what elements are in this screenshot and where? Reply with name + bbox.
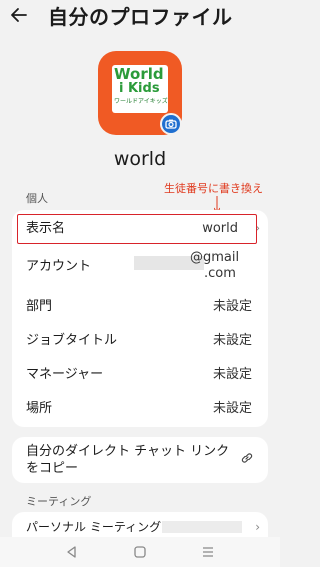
row-value: 未設定 <box>212 401 252 416</box>
account-value-line1: @gmail <box>190 250 240 265</box>
section-label-meeting: ミーティング <box>26 495 92 508</box>
row-label: マネージャー <box>26 367 104 382</box>
row-label: 場所 <box>26 401 53 416</box>
section-label-personal: 個人 <box>26 192 48 205</box>
meeting-label: パーソナル ミーティング . <box>26 520 169 534</box>
profile-avatar[interactable]: World i Kids ワールドアイキッズ <box>98 51 182 135</box>
logo-line2: i Kids <box>119 81 160 96</box>
row-label: ジョブタイトル <box>26 333 118 348</box>
row-value: 未設定 <box>212 367 252 382</box>
chevron-right-icon: › <box>255 520 260 534</box>
camera-icon[interactable] <box>160 113 182 135</box>
profile-name: world <box>113 148 167 170</box>
meeting-masked-area <box>162 521 242 533</box>
logo-line1: World <box>114 65 164 83</box>
row-manager[interactable]: マネージャー 未設定 <box>12 358 268 392</box>
annotation-text: 生徒番号に書き換え <box>164 182 263 195</box>
row-department[interactable]: 部門 未設定 <box>12 290 268 324</box>
row-value: 未設定 <box>212 299 252 314</box>
page-title: 自分のプロファイル <box>48 5 233 29</box>
display-name-highlight-box <box>17 214 257 244</box>
nav-menu-icon[interactable] <box>198 542 218 562</box>
copy-direct-chat-link[interactable]: 自分のダイレクト チャット リンクをコピー <box>12 437 268 483</box>
row-job-title[interactable]: ジョブタイトル 未設定 <box>12 324 268 358</box>
world-i-kids-logo: World i Kids ワールドアイキッズ <box>112 65 168 113</box>
nav-back-icon[interactable] <box>62 542 82 562</box>
system-nav-bar <box>0 537 280 567</box>
row-value: 未設定 <box>212 333 252 348</box>
row-label: 部門 <box>26 299 53 314</box>
back-arrow-icon[interactable] <box>10 6 32 28</box>
row-location[interactable]: 場所 未設定 <box>12 392 268 426</box>
row-label: アカウント <box>26 259 92 274</box>
direct-link-label: 自分のダイレクト チャット リンクをコピー <box>26 444 230 476</box>
app-header: 自分のプロファイル <box>0 0 280 34</box>
link-icon <box>241 453 253 463</box>
account-value-line2: .com <box>204 266 236 281</box>
account-value: @gmail .com <box>190 250 252 282</box>
logo-line3: ワールドアイキッズ <box>114 98 168 105</box>
row-account[interactable]: アカウント @gmail .com <box>12 246 268 288</box>
nav-home-icon[interactable] <box>130 542 150 562</box>
